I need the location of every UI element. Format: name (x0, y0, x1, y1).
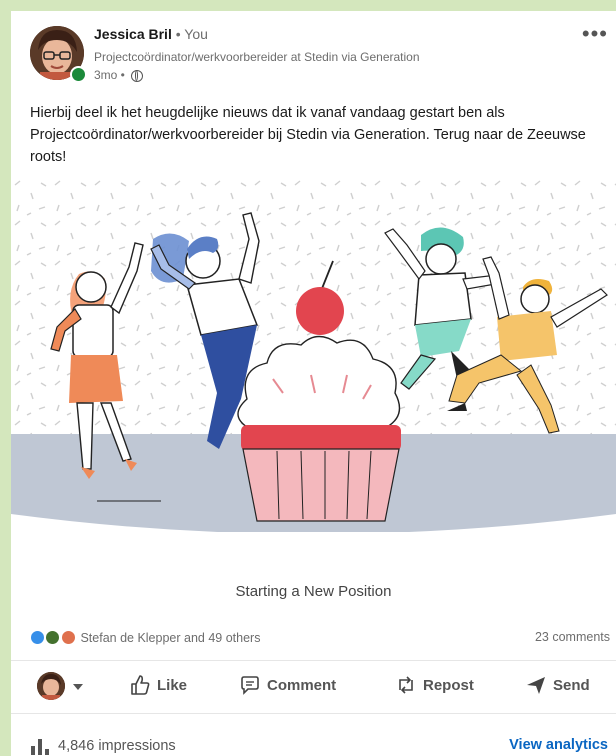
author-line: Jessica Bril • You (94, 26, 208, 42)
like-reaction-icon (30, 630, 45, 645)
comment-label: Comment (267, 676, 337, 694)
post-image[interactable] (11, 179, 616, 534)
send-arrow-icon (527, 677, 545, 694)
author-headline: Projectcoördinator/werkvoorbereider at S… (94, 50, 420, 64)
comments-count[interactable]: 23 comments (535, 630, 610, 644)
send-label: Send (553, 676, 590, 694)
view-analytics-link[interactable]: View analytics (509, 737, 608, 753)
comment-bubble-icon (241, 676, 259, 695)
online-status-indicator (70, 66, 87, 83)
action-bar: Like Comment Repost Send (11, 662, 616, 712)
reaction-icons (30, 630, 76, 648)
reactions-text: Stefan de Klepper and 49 others (80, 631, 261, 645)
like-button[interactable]: Like (129, 674, 187, 696)
impressions-summary: 4,846 impressions (30, 737, 176, 755)
post-card: Jessica Bril • You Projectcoördinator/we… (11, 11, 616, 756)
analytics-bar: 4,846 impressions View analytics (11, 713, 616, 756)
post-time: 3mo • (94, 68, 125, 82)
post-text: Hierbij deel ik het heugdelijke nieuws d… (30, 105, 586, 165)
thumbs-up-icon (131, 675, 150, 695)
bar-chart-icon (31, 739, 49, 755)
reactor-avatar[interactable] (37, 672, 65, 700)
social-counts-row: Stefan de Klepper and 49 others 23 comme… (11, 614, 616, 661)
author-relation: • You (175, 26, 208, 42)
comment-button[interactable]: Comment (239, 674, 336, 696)
post-header: Jessica Bril • You Projectcoördinator/we… (11, 11, 616, 99)
repost-label: Repost (423, 676, 474, 694)
caption-area: Starting a New Position (11, 532, 616, 611)
like-label: Like (157, 676, 188, 694)
author-name[interactable]: Jessica Bril (94, 26, 172, 42)
reactions-summary[interactable]: Stefan de Klepper and 49 others (30, 630, 260, 648)
repost-button[interactable]: Repost (395, 674, 474, 696)
celebrate-reaction-icon (45, 630, 61, 645)
image-caption: Starting a New Position (235, 583, 392, 600)
post-meta: 3mo • (94, 68, 144, 82)
impressions-count: 4,846 impressions (58, 738, 176, 754)
send-button[interactable]: Send (525, 674, 590, 696)
more-options-icon[interactable]: ••• (582, 21, 608, 47)
love-reaction-icon (60, 630, 76, 645)
repost-icon (399, 676, 413, 694)
globe-icon (131, 70, 144, 82)
chevron-down-icon[interactable] (73, 684, 83, 690)
